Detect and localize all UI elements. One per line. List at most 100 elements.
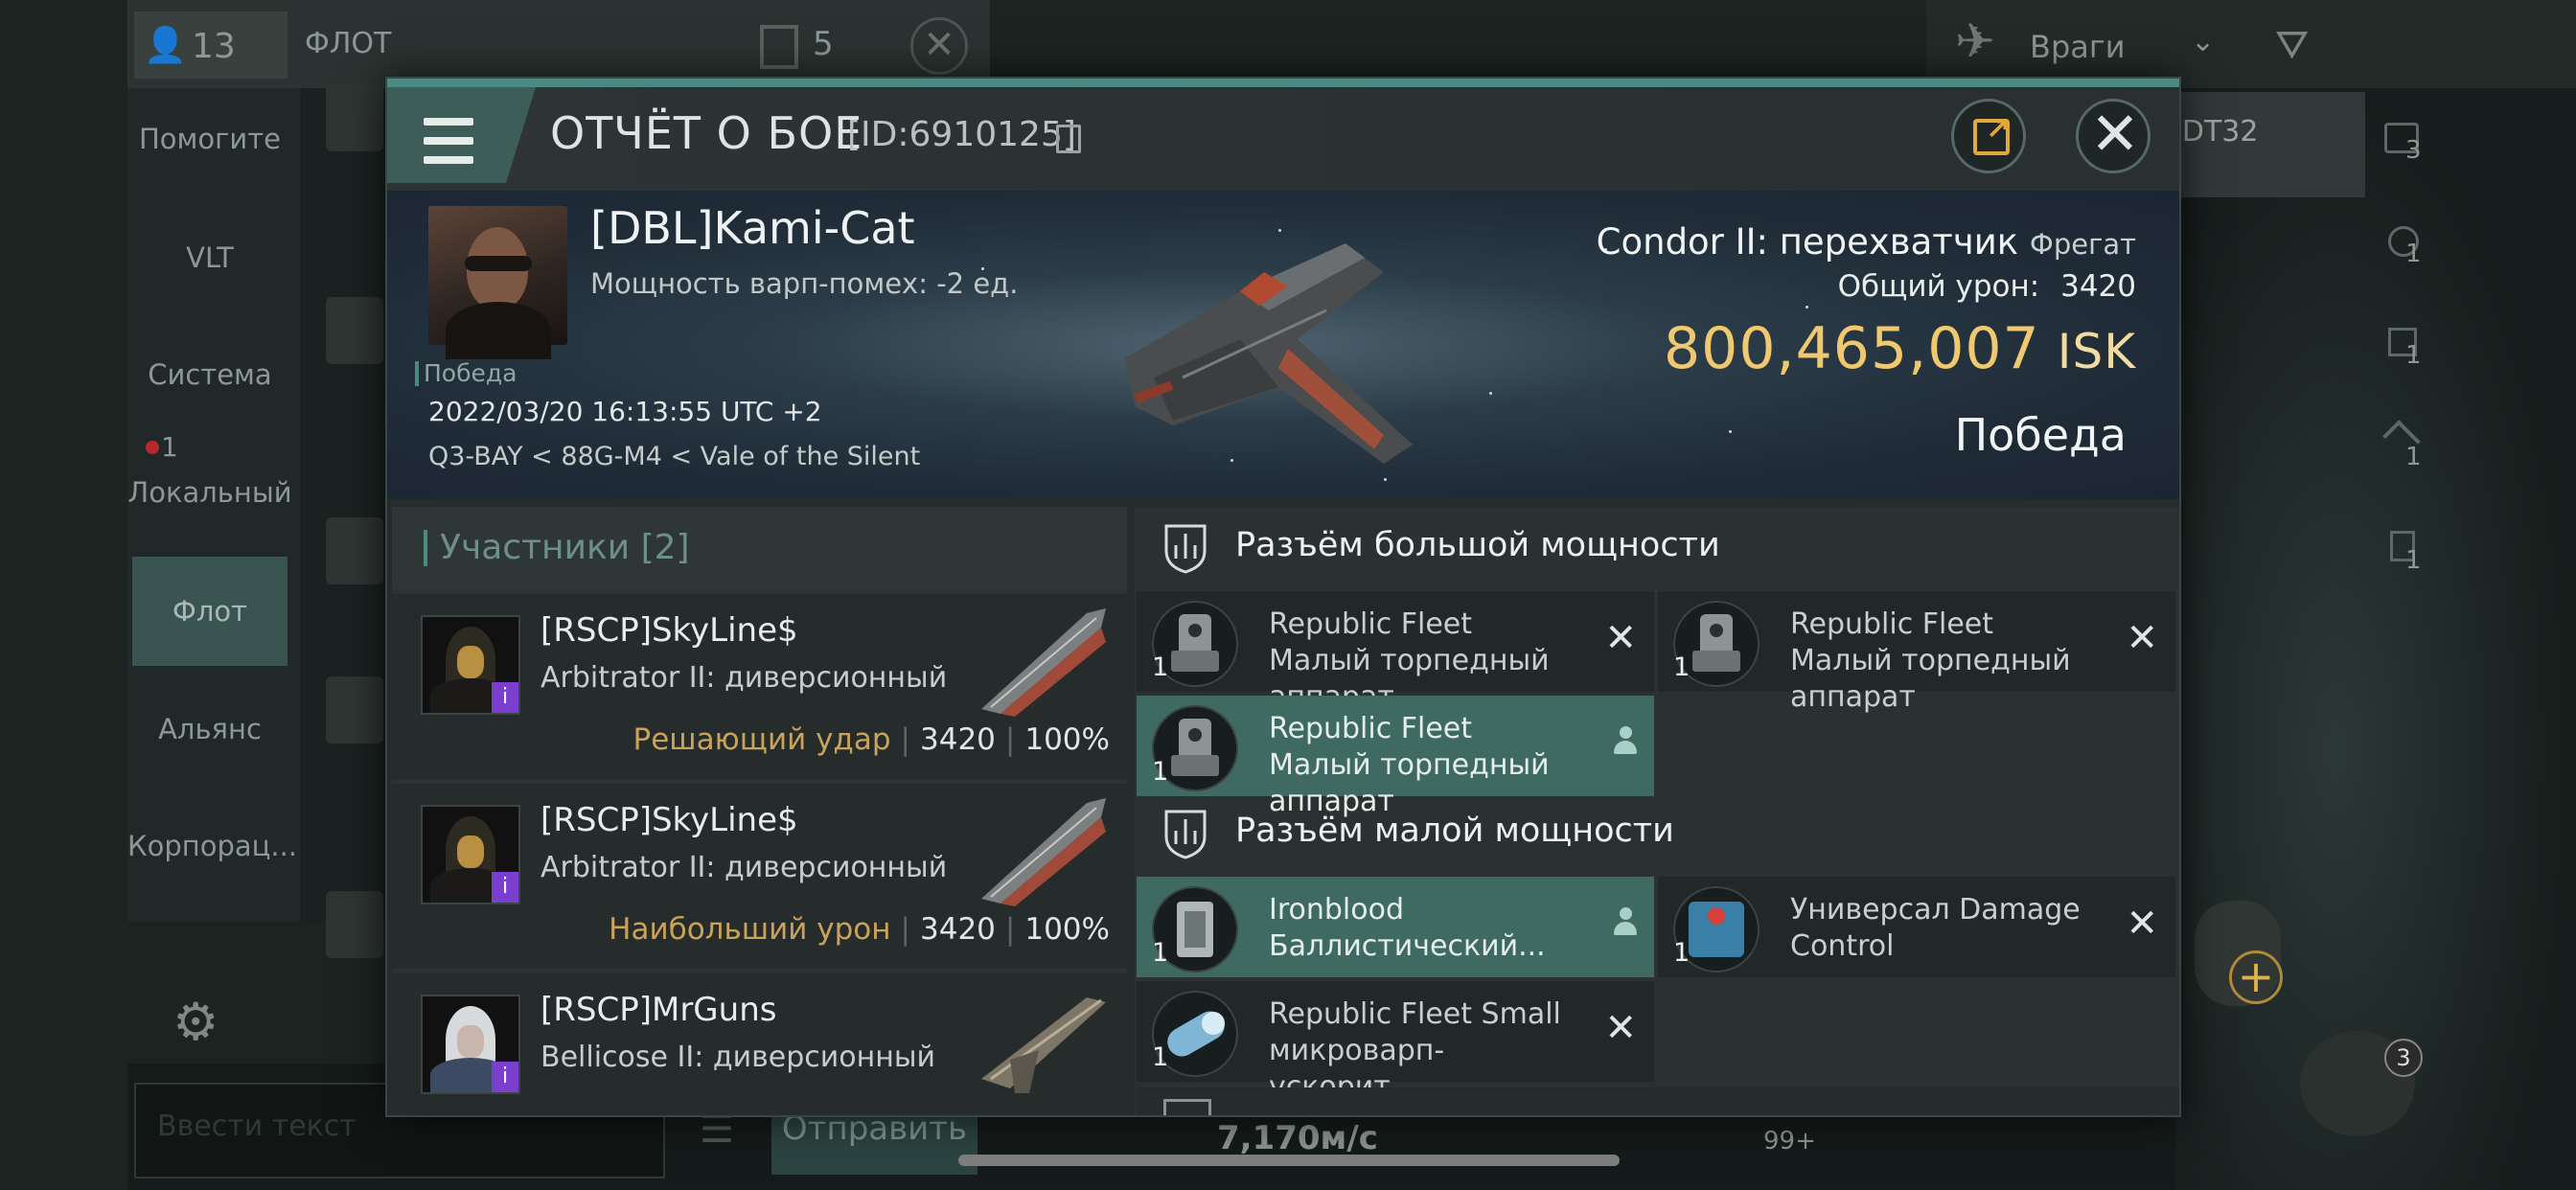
module-name: Универсал Damage Control xyxy=(1790,893,2081,963)
person-icon: 👤 xyxy=(144,26,187,65)
victim-portrait[interactable] xyxy=(428,206,567,359)
ship-silhouette-icon: ✈ xyxy=(1955,13,1995,69)
fitting-module[interactable]: 1 Republic Fleet Малый торпедный аппарат xyxy=(1137,696,1654,818)
battle-report-dialog: ОТЧЁТ О БОЕ [ID:6910125] ↗ ✕ [DBL]Kami-C… xyxy=(385,77,2181,1117)
high-slot-section: Разъём большой мощности xyxy=(1135,507,2179,589)
participants-header: Участники [2] xyxy=(392,507,1127,589)
channel-alliance[interactable]: Альянс xyxy=(127,713,292,745)
participant-row[interactable]: i [RSCP]MrGuns Bellicose II: диверсионны… xyxy=(392,969,1127,1115)
participant-ship: Arbitrator II: диверсионный xyxy=(540,661,948,695)
copy-icon[interactable] xyxy=(1056,125,1081,153)
docs-count: 5 xyxy=(813,25,834,63)
chat-avatar[interactable] xyxy=(326,84,383,151)
fitting-module[interactable]: 1 Republic Fleet Малый торпедный аппарат… xyxy=(1658,591,2175,714)
participant-ship-image xyxy=(981,608,1106,717)
channel-vlt[interactable]: VLT xyxy=(127,241,292,274)
chat-avatar[interactable] xyxy=(326,517,383,584)
isk-loss: 800,465,007 ISK xyxy=(1664,315,2136,382)
info-badge-icon[interactable]: i xyxy=(492,1062,518,1092)
participant-row[interactable]: i [RSCP]SkyLine$ Arbitrator II: диверсио… xyxy=(392,779,1127,969)
channel-system[interactable]: Система xyxy=(127,358,292,391)
unread-dot xyxy=(146,441,159,454)
low-slot-icon xyxy=(1164,810,1207,859)
warp-scramble-strength: Мощность варп-помех: -2 ед. xyxy=(590,267,1019,300)
info-badge-icon[interactable]: i xyxy=(492,682,518,713)
overview-header xyxy=(1926,0,2576,88)
destroyed-x-icon: ✕ xyxy=(1604,616,1637,660)
settings-gear-icon[interactable]: ⚙ xyxy=(172,992,218,1052)
victim-ship-class: Фрегат xyxy=(2029,228,2136,261)
fitting-module[interactable]: 1 Republic Fleet Малый торпедный аппарат… xyxy=(1137,591,1654,714)
destroyed-x-icon: ✕ xyxy=(2126,902,2158,946)
local-unread-count: 1 xyxy=(161,431,178,463)
channel-help[interactable]: Помогите xyxy=(127,123,292,155)
fitting-panel: Разъём большой мощности 1 Republic Fleet… xyxy=(1135,507,2179,1115)
participant-ship-image xyxy=(981,798,1106,906)
chat-members-strip xyxy=(300,88,396,922)
channel-local[interactable]: Локальный xyxy=(127,476,292,509)
chat-avatar[interactable] xyxy=(326,676,383,744)
high-slot-title: Разъём большой мощности xyxy=(1235,526,1720,564)
participant-stats: Наибольший урон | 3420 | 100% xyxy=(609,912,1110,947)
participant-percent: 100% xyxy=(1024,912,1110,947)
info-badge-icon[interactable]: i xyxy=(492,872,518,903)
participant-ship-image xyxy=(981,997,1106,1093)
fitting-module[interactable]: 1 Ironblood Баллистический... xyxy=(1137,877,1654,977)
tag-marker xyxy=(415,361,419,386)
dropped-person-icon xyxy=(1614,726,1637,757)
total-damage-value: 3420 xyxy=(2060,269,2136,304)
victim-tag: Победа xyxy=(424,359,518,387)
chat-avatar[interactable] xyxy=(326,891,383,958)
participant-stats: Решающий удар | 3420 | 100% xyxy=(632,722,1110,757)
close-button[interactable]: ✕ xyxy=(2076,99,2150,173)
module-quantity: 1 xyxy=(1152,938,1169,968)
module-quantity: 1 xyxy=(1152,652,1169,682)
filter-icon[interactable]: ⛛ xyxy=(2275,21,2309,69)
members-counter[interactable]: 👤 13 xyxy=(134,11,288,79)
channel-corporation[interactable]: Корпорац... xyxy=(127,830,297,862)
victim-ship[interactable]: Condor II: перехватчик Фрегат xyxy=(1597,221,2136,263)
add-module-icon[interactable]: + xyxy=(2229,950,2283,1004)
victim-name[interactable]: [DBL]Kami-Cat xyxy=(590,202,915,254)
victim-banner: [DBL]Kami-Cat Мощность варп-помех: -2 ед… xyxy=(387,191,2179,499)
kill-location[interactable]: Q3-BAY < 88G-M4 < Vale of the Silent xyxy=(428,442,920,471)
document-icon[interactable] xyxy=(760,25,798,69)
fitting-module[interactable]: 1 Универсал Damage Control ✕ xyxy=(1658,877,2175,977)
module-name: Ironblood Баллистический... xyxy=(1269,893,1546,963)
dropped-person-icon xyxy=(1614,907,1637,938)
overview-filter-select[interactable]: Враги xyxy=(2030,29,2125,65)
channel-label: ФЛОТ xyxy=(305,27,392,60)
participant-portrait: i xyxy=(421,805,520,904)
close-chat-icon[interactable]: ✕ xyxy=(910,17,968,75)
fitting-module[interactable]: 1 Republic Fleet Small микроварп-ускорит… xyxy=(1137,981,1654,1104)
total-damage-label: Общий урон: xyxy=(1837,269,2040,304)
chevron-down-icon[interactable]: ⌄ xyxy=(2191,25,2215,58)
isk-value: 800,465,007 xyxy=(1664,315,2040,382)
channel-fleet[interactable]: Флот xyxy=(132,557,288,666)
home-indicator xyxy=(958,1155,1620,1166)
participants-count: [2] xyxy=(640,528,690,567)
participant-damage: 3420 xyxy=(920,722,996,757)
low-slot-section: Разъём малой мощности xyxy=(1135,792,2179,875)
participant-portrait: i xyxy=(421,995,520,1094)
hud-count: 1 xyxy=(2405,240,2422,268)
hamburger-icon xyxy=(424,118,473,164)
module-quantity: 1 xyxy=(1152,757,1169,787)
kill-datetime: 2022/03/20 16:13:55 UTC +2 xyxy=(428,396,822,427)
share-button[interactable]: ↗ xyxy=(1951,99,2026,173)
participant-percent: 100% xyxy=(1024,722,1110,757)
chat-avatar[interactable] xyxy=(326,297,383,364)
participant-row[interactable]: i [RSCP]SkyLine$ Arbitrator II: диверсио… xyxy=(392,589,1127,779)
next-section-peek xyxy=(1137,1087,2179,1115)
participant-name: [RSCP]SkyLine$ xyxy=(540,611,798,650)
members-count: 13 xyxy=(192,27,236,66)
victim-ship-image[interactable] xyxy=(1096,215,1451,483)
total-damage: Общий урон: 3420 xyxy=(1838,269,2136,304)
drone-count: 3 xyxy=(2384,1039,2423,1077)
final-blow-tag: Решающий удар xyxy=(632,722,891,757)
target-card[interactable]: JDT32 xyxy=(2174,92,2365,197)
participant-damage: 3420 xyxy=(920,912,996,947)
speed-readout: 7,170м/с xyxy=(1217,1119,1378,1157)
hud-count: 1 xyxy=(2405,341,2422,370)
dialog-accent-bar xyxy=(387,79,2179,87)
